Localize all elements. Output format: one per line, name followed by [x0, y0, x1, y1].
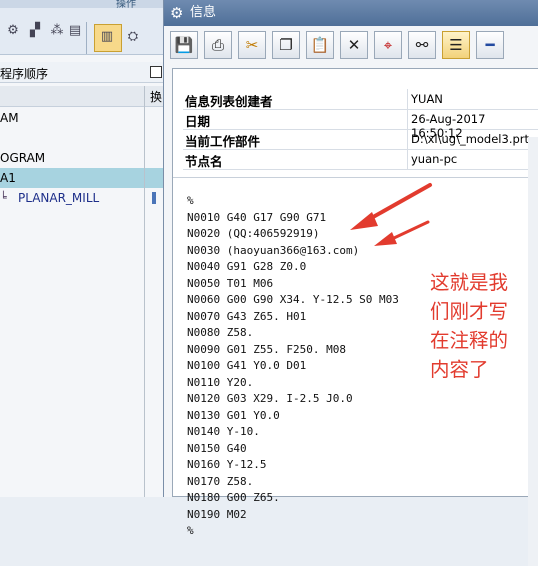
delete-button[interactable]: ✕ — [340, 31, 368, 59]
annotation-text: 这就是我 们刚才写 在注释的 内容了 — [430, 271, 509, 381]
code-line: N0160 Y-12.5 — [187, 458, 267, 471]
code-line: N0020 (QQ:406592919) — [187, 227, 320, 240]
gear-icon: ⚙ — [170, 4, 184, 22]
toolbar-separator — [86, 22, 87, 54]
find-next-button[interactable]: ⚯ — [408, 31, 436, 59]
geometry-icon[interactable]: ▞ — [24, 22, 46, 40]
tree-row[interactable]: AM — [0, 108, 168, 128]
tree-row[interactable] — [0, 128, 168, 148]
column-header-change[interactable]: 换 — [150, 88, 162, 105]
info-dialog: ⚙ 信息 💾 ⎙ ✂ ❐ 📋 ✕ ⌖ ⚯ ☰ ━ 信息列表创建者 YUAN 日期… — [163, 0, 538, 566]
text-wrap-button[interactable]: ☰ — [442, 31, 470, 59]
minus-icon: ━ — [485, 36, 495, 54]
code-line: N0090 G01 Z55. F250. M08 — [187, 342, 346, 356]
code-line: % — [187, 194, 194, 207]
cut-icon: ✂ — [245, 36, 259, 54]
dialog-title: 信息 — [190, 5, 217, 20]
minimize-button[interactable]: ━ — [476, 31, 504, 59]
code-line: N0040 G91 G28 Z0.0 — [187, 260, 307, 273]
paste-button[interactable]: 📋 — [306, 31, 334, 59]
code-line: N0170 Z58. — [187, 474, 254, 488]
find-button[interactable]: ⌖ — [374, 31, 402, 59]
copy-icon: ❐ — [279, 36, 293, 54]
code-line: N0070 G43 Z65. H01 — [187, 309, 307, 323]
navigator-header: 程序顺序 — [0, 62, 168, 83]
operation-icon: ╘ — [0, 191, 7, 204]
print-button[interactable]: ⎙ — [204, 31, 232, 59]
column-divider — [144, 86, 145, 497]
cut-button[interactable]: ✂ — [238, 31, 266, 59]
dialog-title-bar[interactable]: ⚙ 信息 — [164, 0, 538, 26]
tree-row-selected[interactable]: A1 — [0, 168, 168, 188]
column-header: 换 — [0, 86, 168, 107]
code-line: N0190 M02 — [187, 507, 247, 521]
code-line: % — [187, 524, 194, 537]
copy-button[interactable]: ❐ — [272, 31, 300, 59]
code-line: N0080 Z58. — [187, 326, 254, 339]
program-icon[interactable]: ⚙ — [2, 22, 24, 40]
status-flag — [152, 192, 156, 204]
delete-icon: ✕ — [347, 36, 361, 54]
binoculars-icon: ⚯ — [415, 36, 429, 54]
text-icon: ☰ — [449, 36, 463, 54]
machine-tool-icon[interactable]: ⛭ — [122, 28, 144, 46]
save-icon: 💾 — [174, 36, 194, 54]
background-window: 操作 ⚙ ▞ ⁂ ▤ ▥ ⛭ 程序顺序 换 AM OGRAM A1 ╘ PLAN… — [0, 0, 168, 497]
tool-icon[interactable]: ▤ — [64, 22, 86, 40]
dialog-toolbar: 💾 ⎙ ✂ ❐ 📋 ✕ ⌖ ⚯ ☰ ━ — [170, 31, 538, 65]
code-line: N0030 (haoyuan366@163.com) — [187, 243, 360, 257]
nc-code-listing: % N0010 G40 G17 G90 G71 N0020 (QQ:40659291… — [187, 193, 399, 540]
paste-icon: 📋 — [310, 36, 330, 54]
menu-bar: 操作 — [0, 0, 168, 10]
code-line: N0140 Y-10. — [187, 425, 260, 438]
tree-row-planar-mill[interactable]: ╘ PLANAR_MILL — [0, 188, 168, 208]
code-line: N0100 G41 Y0.0 D01 — [187, 359, 307, 372]
info-row-creator: 信息列表创建者 YUAN — [183, 89, 538, 110]
info-row-part: 当前工作部件 D:\xl\ug\_model3.prt — [183, 129, 538, 150]
find-icon: ⌖ — [383, 36, 393, 54]
code-line: N0050 T01 M06 — [187, 276, 274, 290]
code-line: N0150 G40 — [187, 441, 247, 455]
background-toolbar: ⚙ ▞ ⁂ ▤ ▥ ⛭ — [0, 8, 168, 55]
divider — [173, 177, 538, 178]
code-line: N0120 G03 X29. I-2.5 J0.0 — [187, 392, 353, 405]
code-line: N0110 Y20. — [187, 375, 254, 389]
code-line: N0180 G00 Z65. — [187, 491, 280, 504]
tree-row[interactable]: OGRAM — [0, 148, 168, 168]
program-order-icon: ▥ — [100, 29, 114, 44]
print-icon: ⎙ — [211, 36, 224, 54]
code-line: N0130 G01 Y0.0 — [187, 408, 280, 422]
code-line: N0010 G40 G17 G90 G71 — [187, 210, 327, 224]
code-line: N0060 G00 G90 X34. Y-12.5 S0 M03 — [187, 293, 399, 306]
save-button[interactable]: 💾 — [170, 31, 198, 59]
navigator-title: 程序顺序 — [0, 67, 49, 81]
info-row-date: 日期 26-Aug-2017 16:50:12 — [183, 109, 538, 140]
info-row-node: 节点名 yuan-pc — [183, 149, 538, 170]
maximize-box[interactable] — [150, 66, 162, 78]
